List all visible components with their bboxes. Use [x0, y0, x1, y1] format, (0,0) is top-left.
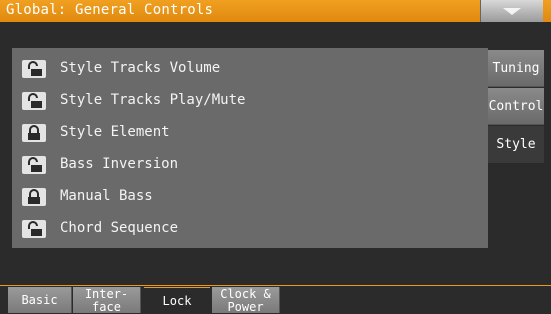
- unlocked-padlock-icon[interactable]: [22, 92, 46, 110]
- unlocked-padlock-icon[interactable]: [22, 220, 46, 238]
- bottom-tab-label-line2: face: [92, 300, 121, 314]
- page-title: Global: General Controls: [6, 2, 214, 18]
- bottom-tab-interface[interactable]: Inter- face: [73, 287, 141, 313]
- lock-row-label: Bass Inversion: [60, 156, 179, 172]
- lock-row-label: Style Tracks Volume: [60, 60, 221, 76]
- bottom-tab-basic[interactable]: Basic: [8, 287, 72, 313]
- bottom-tab-label-line2: Power: [227, 300, 264, 314]
- bottom-tab-label: Lock: [162, 294, 192, 308]
- lock-row-manual-bass[interactable]: Manual Bass: [12, 183, 488, 211]
- lock-row-bass-inversion[interactable]: Bass Inversion: [12, 151, 488, 179]
- title-bar: Global: General Controls: [0, 0, 551, 22]
- lock-row-label: Style Element: [60, 124, 170, 140]
- side-tab-control[interactable]: Control: [488, 88, 544, 125]
- bottom-tab-clock-power[interactable]: Clock & Power: [212, 287, 280, 313]
- side-tab-tuning[interactable]: Tuning: [488, 50, 544, 87]
- page-menu-button[interactable]: [480, 0, 543, 22]
- bottom-divider: [0, 285, 551, 286]
- bottom-tab-lock[interactable]: Lock: [144, 287, 210, 313]
- locked-padlock-icon[interactable]: [22, 124, 46, 142]
- unlocked-padlock-icon[interactable]: [22, 156, 46, 174]
- lock-row-label: Style Tracks Play/Mute: [60, 92, 246, 108]
- lock-list-panel: Style Tracks Volume Style Tracks Play/Mu…: [12, 48, 488, 248]
- lock-row-style-tracks-volume[interactable]: Style Tracks Volume: [12, 55, 488, 83]
- locked-padlock-icon[interactable]: [22, 188, 46, 206]
- lock-row-style-tracks-play-mute[interactable]: Style Tracks Play/Mute: [12, 87, 488, 115]
- unlocked-padlock-icon[interactable]: [22, 60, 46, 78]
- lock-row-style-element[interactable]: Style Element: [12, 119, 488, 147]
- spacer-strip: [0, 22, 551, 42]
- bottom-tab-label-line1: Clock &: [220, 287, 271, 301]
- lock-row-label: Manual Bass: [60, 188, 153, 204]
- chevron-down-icon: [503, 8, 521, 15]
- bottom-tab-label-line1: Inter-: [84, 287, 129, 301]
- side-tab-style[interactable]: Style: [488, 126, 544, 163]
- lock-row-label: Chord Sequence: [60, 220, 179, 236]
- bottom-tab-label: Basic: [21, 293, 58, 307]
- lock-row-chord-sequence[interactable]: Chord Sequence: [12, 215, 488, 243]
